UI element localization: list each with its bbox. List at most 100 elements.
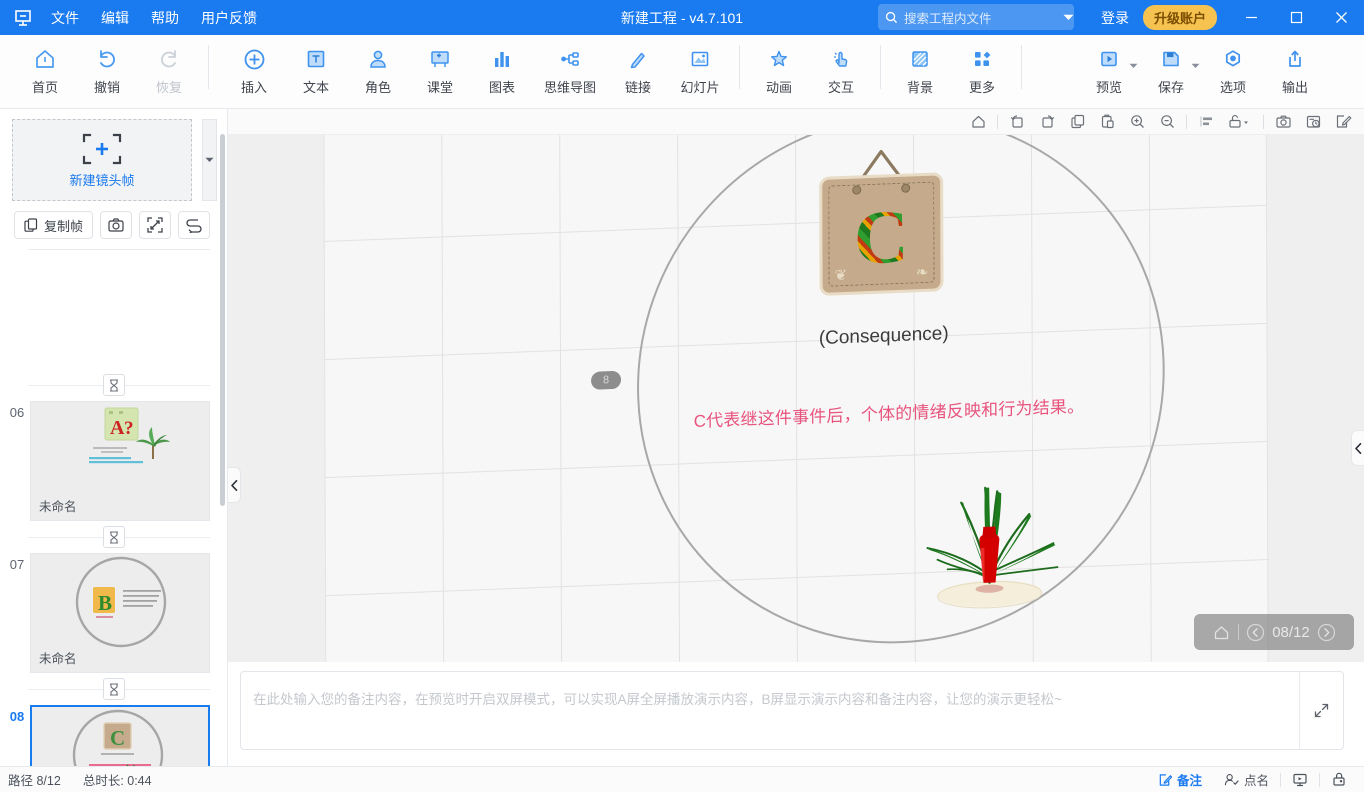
ribbon-link-label: 链接 bbox=[624, 80, 651, 95]
svg-text:A: A bbox=[110, 417, 125, 439]
slide-counter: 08/12 bbox=[1272, 623, 1310, 641]
slide-number: 08 bbox=[9, 709, 25, 724]
project-title: 新建工程 bbox=[620, 9, 677, 26]
window-maximize-button[interactable] bbox=[1274, 0, 1319, 35]
svg-text:C: C bbox=[110, 726, 125, 750]
save-dropdown-icon[interactable] bbox=[1191, 63, 1200, 69]
slide-stage[interactable]: 8 C ❦ ❧ (Consequence) C代表继这件事件后，个体的情绪反映和… bbox=[228, 135, 1364, 662]
consequence-card[interactable]: C ❦ ❧ bbox=[819, 172, 944, 297]
prev-arrow-icon[interactable] bbox=[1246, 623, 1265, 642]
timer-icon[interactable] bbox=[1298, 110, 1328, 134]
rollcall-button[interactable]: 点名 bbox=[1213, 767, 1280, 792]
zoom-in-icon[interactable] bbox=[1122, 110, 1152, 134]
ribbon-home[interactable]: 首页 bbox=[14, 35, 76, 105]
slide-thumbnail[interactable]: B 未命名 bbox=[30, 553, 210, 673]
lock-icon bbox=[1331, 772, 1347, 787]
new-camera-frame-button[interactable]: 新建镜头帧 bbox=[12, 119, 192, 201]
ribbon-insert[interactable]: 插入 bbox=[223, 35, 285, 105]
home-icon[interactable] bbox=[963, 110, 993, 134]
window-close-button[interactable] bbox=[1319, 0, 1364, 35]
ribbon-options[interactable]: 选项 bbox=[1202, 35, 1264, 105]
unlock-icon[interactable] bbox=[1221, 110, 1259, 134]
expand-arrows-icon[interactable] bbox=[1299, 672, 1343, 749]
preview-dropdown-icon[interactable] bbox=[1129, 63, 1138, 69]
plant-illustration[interactable] bbox=[909, 445, 1069, 616]
ribbon-separator-4 bbox=[1021, 45, 1022, 89]
slide-caption: 未命名 bbox=[39, 500, 77, 514]
rotate-left-icon[interactable] bbox=[1002, 110, 1032, 134]
ribbon-mindmap-label: 思维导图 bbox=[543, 80, 596, 95]
ribbon-link[interactable]: 链接 bbox=[607, 35, 669, 105]
next-arrow-icon[interactable] bbox=[1317, 623, 1336, 642]
ribbon-undo[interactable]: 撤销 bbox=[76, 35, 138, 105]
ribbon-interaction[interactable]: 交互 bbox=[810, 35, 872, 105]
slide-list-scrollbar[interactable] bbox=[220, 134, 225, 506]
ribbon-preview[interactable]: 预览 bbox=[1078, 35, 1140, 105]
camera-icon[interactable] bbox=[1268, 110, 1298, 134]
presentation-button[interactable] bbox=[1281, 767, 1319, 792]
ribbon-background[interactable]: 背景 bbox=[889, 35, 951, 105]
lock-button[interactable] bbox=[1320, 767, 1358, 792]
notes-toggle-button[interactable]: 备注 bbox=[1147, 767, 1213, 792]
ribbon-redo[interactable]: 恢复 bbox=[138, 35, 200, 105]
slide-list[interactable]: 06 A ? 未命名 07 B 未命名 08 C bbox=[0, 369, 227, 766]
fit-frame-button[interactable] bbox=[139, 211, 172, 239]
notes-icon bbox=[1158, 773, 1172, 787]
search-input[interactable]: 搜索工程内文件 bbox=[878, 4, 1074, 30]
app-logo-icon bbox=[6, 0, 40, 35]
ribbon-text[interactable]: 文本 bbox=[285, 35, 347, 105]
ribbon-separator bbox=[208, 45, 209, 89]
collapse-right-panel-button[interactable] bbox=[1351, 430, 1364, 466]
ribbon-chart[interactable]: 图表 bbox=[471, 35, 533, 105]
notes-input[interactable] bbox=[241, 672, 1299, 749]
ribbon-background-label: 背景 bbox=[906, 80, 933, 95]
search-dropdown-icon[interactable] bbox=[1056, 4, 1080, 30]
slide-thumbnail[interactable]: C 未命名 bbox=[30, 705, 210, 766]
path-route-button[interactable] bbox=[178, 211, 211, 239]
ribbon-save[interactable]: 保存 bbox=[1140, 35, 1202, 105]
path-indicator: 路径 8/12 bbox=[8, 774, 61, 788]
transition-timer-button-2[interactable] bbox=[103, 526, 125, 548]
ribbon-role[interactable]: 角色 bbox=[347, 35, 409, 105]
zoom-out-icon[interactable] bbox=[1152, 110, 1182, 134]
frame-camera-button[interactable] bbox=[100, 211, 133, 239]
transition-timer-button-3[interactable] bbox=[103, 678, 125, 700]
interaction-hand-icon bbox=[829, 44, 853, 74]
edit-icon[interactable] bbox=[1328, 110, 1358, 134]
menu-feedback[interactable]: 用户反馈 bbox=[190, 0, 268, 35]
ribbon-animation-label: 动画 bbox=[765, 80, 792, 95]
collapse-left-panel-button[interactable] bbox=[228, 467, 241, 503]
slide-item-07[interactable]: 07 B 未命名 bbox=[0, 553, 227, 673]
slide-item-06[interactable]: 06 A ? 未命名 bbox=[0, 401, 227, 521]
slide-item-08[interactable]: 08 C 未命名 bbox=[0, 705, 227, 766]
menu-file[interactable]: 文件 bbox=[40, 0, 90, 35]
search-placeholder: 搜索工程内文件 bbox=[904, 11, 992, 26]
new-frame-area: 新建镜头帧 bbox=[0, 109, 227, 201]
upgrade-account-button[interactable]: 升级账户 bbox=[1142, 5, 1217, 30]
copy-icon[interactable] bbox=[1062, 110, 1092, 134]
ribbon-animation[interactable]: 动画 bbox=[748, 35, 810, 105]
ribbon-classroom[interactable]: 课堂 bbox=[409, 35, 471, 105]
ribbon-more[interactable]: 更多 bbox=[951, 35, 1013, 105]
slide-thumbnail[interactable]: A ? 未命名 bbox=[30, 401, 210, 521]
ribbon-slide[interactable]: 幻灯片 bbox=[669, 35, 731, 105]
home-icon[interactable] bbox=[1212, 623, 1231, 642]
align-icon[interactable] bbox=[1191, 110, 1221, 134]
transition-timer-button[interactable] bbox=[103, 374, 125, 396]
menu-help[interactable]: 帮助 bbox=[140, 0, 190, 35]
frame-list-dropdown[interactable] bbox=[202, 119, 217, 201]
copy-frame-button[interactable]: 复制帧 bbox=[14, 211, 94, 239]
chart-icon bbox=[490, 44, 514, 74]
rotate-right-icon[interactable] bbox=[1032, 110, 1062, 134]
slide-gap-timer-3 bbox=[0, 673, 227, 705]
camera-frame-badge[interactable]: 8 bbox=[591, 370, 622, 390]
toolbar-separator-2 bbox=[1186, 114, 1187, 129]
ribbon-mindmap[interactable]: 思维导图 bbox=[533, 35, 607, 105]
canvas-nav-bar: 08/12 bbox=[1194, 614, 1354, 650]
ribbon-toolbar: 首页 撤销 恢复 插入 文本 角色 课堂 图表 思维导图 链接 幻灯片 动画 交… bbox=[0, 35, 1364, 109]
paste-icon[interactable] bbox=[1092, 110, 1122, 134]
window-minimize-button[interactable] bbox=[1229, 0, 1274, 35]
menu-edit[interactable]: 编辑 bbox=[90, 0, 140, 35]
login-button[interactable]: 登录 bbox=[1091, 8, 1139, 28]
ribbon-export[interactable]: 输出 bbox=[1264, 35, 1326, 105]
